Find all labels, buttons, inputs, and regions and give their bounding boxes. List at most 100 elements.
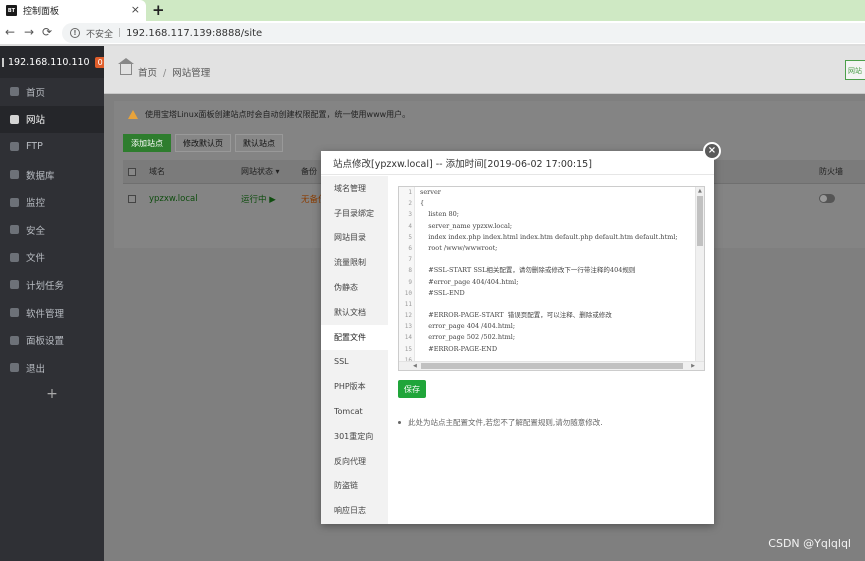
- code-line: server_name ypzxw.local;: [420, 221, 513, 230]
- shield-icon: [10, 225, 19, 235]
- select-all-checkbox[interactable]: [128, 167, 136, 176]
- modal-menu-item[interactable]: 配置文件: [321, 324, 388, 350]
- modal-menu-item[interactable]: SSL: [321, 350, 388, 375]
- new-tab-button[interactable]: +: [152, 1, 165, 19]
- modal-menu-item[interactable]: 反向代理: [321, 449, 388, 474]
- sidebar-item-0[interactable]: 首页: [0, 78, 104, 106]
- firewall-toggle[interactable]: [819, 194, 835, 203]
- site-status[interactable]: 运行中 ▶: [241, 193, 301, 205]
- sidebar-item-3[interactable]: 数据库: [0, 161, 104, 189]
- modal-menu-item[interactable]: PHP版本: [321, 374, 388, 399]
- scroll-left-icon[interactable]: ◀: [413, 363, 417, 369]
- home-icon: [10, 87, 19, 97]
- info-icon[interactable]: !: [70, 28, 80, 38]
- modal-title: 站点修改[ypzxw.local] -- 添加时间[2019-06-02 17:…: [321, 151, 714, 175]
- modal-menu-item[interactable]: 响应日志: [321, 498, 388, 523]
- back-arrow-icon[interactable]: ←: [5, 25, 15, 39]
- url-text[interactable]: 192.168.117.139:8888/site: [126, 28, 262, 39]
- vertical-scroll-thumb[interactable]: [697, 196, 703, 246]
- server-ip: 192.168.110.110: [8, 56, 90, 68]
- modal-menu-item[interactable]: 流量限制: [321, 250, 388, 275]
- modal-body: 12345678910111213141516 server{ listen 8…: [388, 176, 714, 524]
- sidebar-item-1[interactable]: 网站: [0, 105, 104, 134]
- home-icon[interactable]: [118, 58, 134, 75]
- modal-menu-item[interactable]: 防盗链: [321, 474, 388, 499]
- code-line: #SSL-END: [420, 288, 465, 297]
- line-number: 3: [408, 211, 412, 219]
- scroll-up-icon[interactable]: ▲: [698, 188, 702, 194]
- sidebar-item-label: 软件管理: [26, 308, 65, 320]
- column-domain[interactable]: 域名: [149, 166, 241, 177]
- server-header: 192.168.110.110 0: [0, 46, 106, 78]
- sidebar-item-label: 退出: [26, 363, 46, 375]
- modal-menu-item[interactable]: Tomcat: [321, 399, 388, 424]
- modal-menu-item[interactable]: 301重定向: [321, 424, 388, 449]
- sidebar-item-5[interactable]: 安全: [0, 216, 104, 244]
- logout-icon: [10, 363, 19, 373]
- config-editor[interactable]: 12345678910111213141516 server{ listen 8…: [398, 186, 705, 371]
- horizontal-scrollbar[interactable]: ◀ ▶: [399, 361, 704, 370]
- modal-menu-item[interactable]: 子目录绑定: [321, 201, 388, 226]
- vertical-scrollbar[interactable]: ▲: [695, 187, 704, 362]
- add-site-button[interactable]: 添加站点: [123, 134, 171, 152]
- modal-menu-item[interactable]: 网站目录: [321, 226, 388, 251]
- grid-icon: [10, 308, 19, 318]
- column-status[interactable]: 网站状态 ▾: [241, 166, 301, 177]
- sidebar-item-label: 文件: [26, 253, 46, 265]
- sidebar-item-10[interactable]: 退出: [0, 354, 104, 382]
- scroll-right-icon[interactable]: ▶: [691, 363, 695, 369]
- line-number: 2: [408, 200, 412, 208]
- site-toolbar: 添加站点 修改默认页 默认站点: [123, 134, 283, 152]
- browser-tab-bar: BT 控制面板 × +: [0, 0, 865, 21]
- folder-icon: [10, 252, 19, 262]
- breadcrumb-home[interactable]: 首页: [138, 68, 157, 79]
- sidebar-item-label: 计划任务: [26, 280, 65, 292]
- line-number: 7: [408, 256, 412, 264]
- tab-close-icon[interactable]: ×: [131, 3, 140, 16]
- line-number: 11: [404, 300, 412, 308]
- notice-text: 使用宝塔Linux面板创建站点时会自动创建权限配置，统一使用www用户。: [145, 110, 411, 119]
- database-icon: [10, 170, 19, 180]
- code-line: #error_page 404/404.html;: [420, 277, 519, 286]
- header-right-button[interactable]: 网站: [845, 60, 865, 80]
- edit-default-page-button[interactable]: 修改默认页: [175, 134, 231, 152]
- url-input[interactable]: ! 不安全 | 192.168.117.139:8888/site: [62, 23, 865, 43]
- line-number: 10: [404, 289, 412, 297]
- sidebar-item-label: 首页: [26, 87, 46, 99]
- breadcrumb-separator: /: [163, 68, 167, 79]
- warning-icon: [128, 110, 138, 119]
- url-separator: |: [118, 28, 122, 38]
- code-area[interactable]: server { listen 80; server_name ypzxw.loc…: [420, 187, 695, 362]
- sidebar-item-2[interactable]: FTP: [0, 133, 104, 161]
- save-button[interactable]: 保存: [398, 380, 426, 398]
- breadcrumb: 首页 / 网站管理: [138, 65, 210, 79]
- code-line: index index.php index.html index.htm def…: [420, 232, 678, 241]
- code-line: listen 80;: [420, 210, 459, 219]
- add-menu-icon[interactable]: +: [0, 386, 104, 402]
- globe-icon: [10, 114, 19, 124]
- code-line: {: [420, 199, 425, 208]
- modal-close-icon[interactable]: ×: [703, 142, 721, 160]
- reload-icon[interactable]: ⟳: [42, 25, 52, 39]
- modal-menu-item[interactable]: 域名管理: [321, 176, 388, 201]
- sidebar-item-4[interactable]: 监控: [0, 188, 104, 216]
- sidebar-nav: 首页网站 FTP 数据库 监控 安全文件计划任务软件管理面板设置退出: [0, 78, 104, 382]
- sidebar-item-6[interactable]: 文件: [0, 244, 104, 272]
- sidebar-item-7[interactable]: 计划任务: [0, 271, 104, 299]
- sidebar-item-8[interactable]: 软件管理: [0, 299, 104, 327]
- modal-menu-item[interactable]: 默认文档: [321, 300, 388, 325]
- browser-tab[interactable]: BT 控制面板 ×: [0, 0, 146, 21]
- sidebar-item-9[interactable]: 面板设置: [0, 326, 104, 354]
- horizontal-scroll-thumb[interactable]: [421, 363, 683, 369]
- column-firewall: 防火墙: [819, 167, 843, 176]
- modal-menu-item[interactable]: 伪静态: [321, 275, 388, 300]
- insecure-label: 不安全: [86, 29, 114, 40]
- sidebar-item-label: 面板设置: [26, 336, 65, 348]
- default-site-button[interactable]: 默认站点: [235, 134, 283, 152]
- line-number: 13: [404, 323, 412, 331]
- code-line: server: [420, 188, 441, 196]
- site-domain-link[interactable]: ypzxw.local: [149, 194, 241, 204]
- forward-arrow-icon[interactable]: →: [24, 25, 34, 39]
- row-checkbox[interactable]: [128, 194, 136, 203]
